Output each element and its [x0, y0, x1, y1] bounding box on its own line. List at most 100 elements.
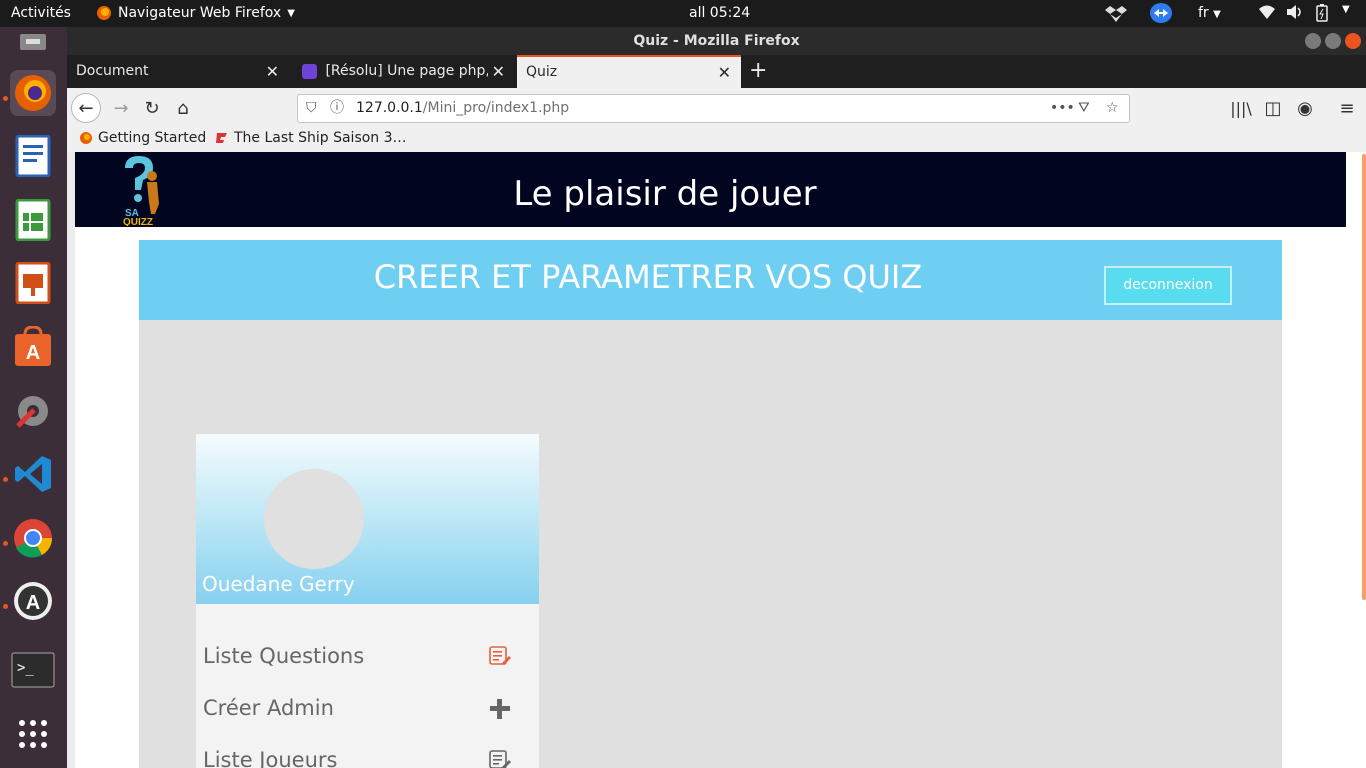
tab-resolu[interactable]: [Résolu] Une page php, c ✕ [293, 55, 515, 88]
vscode-icon [15, 456, 51, 492]
activities-button[interactable]: Activités [11, 5, 71, 21]
chevron-down-icon: ▼ [1213, 9, 1221, 20]
site-header: SA QUIZZ Le plaisir de jouer [75, 152, 1346, 228]
dock-item-show-apps[interactable] [10, 711, 56, 757]
edit-list-icon [489, 646, 511, 671]
bookmark-label: The Last Ship Saison 3… [234, 130, 407, 146]
clock[interactable]: all 05:24 [689, 5, 750, 21]
running-indicator [3, 541, 8, 546]
tab-quiz[interactable]: Quiz ✕ [517, 55, 741, 88]
forward-arrow-icon[interactable]: → [107, 94, 135, 122]
dock-item-software[interactable]: A [10, 324, 56, 370]
dock-item-settings[interactable] [10, 388, 56, 434]
bookmark-last-ship[interactable]: The Last Ship Saison 3… [215, 130, 407, 146]
web-page: SA QUIZZ Le plaisir de jouer CREER ET PA… [75, 152, 1366, 768]
url-path: /Mini_pro/index1.php [422, 100, 570, 116]
page-actions-icon[interactable]: ••• [1050, 95, 1075, 122]
back-arrow-icon[interactable]: ← [71, 93, 101, 123]
close-icon[interactable]: ✕ [718, 57, 731, 88]
menu-item-label: Liste Joueurs [203, 748, 338, 768]
library-icon[interactable]: |||\ [1227, 94, 1255, 122]
reload-icon[interactable]: ↻ [138, 94, 166, 122]
running-indicator [3, 477, 8, 482]
hamburger-menu-icon[interactable]: ≡ [1333, 94, 1361, 122]
dock-item-calc[interactable] [10, 197, 56, 243]
writer-icon [15, 135, 51, 177]
minimize-button[interactable] [1305, 33, 1321, 49]
dock-item-vscode[interactable] [10, 451, 56, 497]
user-name: Ouedane Gerry [202, 572, 355, 596]
settings-icon [16, 396, 48, 428]
system-top-bar: Activités Navigateur Web Firefox ▼ all 0… [0, 0, 1366, 27]
admin-menu: Liste Questions Créer Admin Liste Joueur… [196, 604, 539, 768]
navigation-toolbar: ← → ↻ ⌂ ⛉ ⓘ 127.0.0.1/Mini_pro/index1.ph… [67, 88, 1366, 128]
firefox-icon [97, 6, 111, 20]
dock-item-impress[interactable] [10, 260, 56, 306]
logout-button[interactable]: deconnexion [1104, 266, 1232, 305]
bookmark-getting-started[interactable]: Getting Started [79, 130, 206, 146]
firefox-window: Quiz - Mozilla Firefox Document ✕ [Résol… [67, 27, 1366, 768]
firefox-icon [80, 132, 92, 144]
menu-item-liste-joueurs[interactable]: Liste Joueurs [203, 748, 523, 768]
dropbox-icon[interactable] [1105, 4, 1127, 26]
sidebar-icon[interactable]: ◫ [1259, 94, 1287, 122]
account-icon[interactable]: ◉ [1291, 94, 1319, 122]
close-icon[interactable]: ✕ [487, 55, 505, 88]
plus-icon [489, 698, 511, 725]
dock-item-updater[interactable]: A [10, 578, 56, 624]
tab-label: Document [76, 63, 149, 79]
url-host: 127.0.0.1 [356, 100, 423, 116]
dock-item-drive[interactable] [10, 27, 56, 57]
app-menu[interactable]: Navigateur Web Firefox ▼ [96, 5, 295, 21]
apps-grid-icon [19, 720, 47, 748]
site-favicon-icon [216, 133, 227, 143]
tab-bar: Document ✕ [Résolu] Une page php, c ✕ Qu… [67, 55, 1366, 88]
calc-icon [15, 199, 51, 241]
teamviewer-icon[interactable] [1150, 3, 1172, 23]
tab-document[interactable]: Document ✕ [67, 55, 289, 88]
system-menu-chevron-icon[interactable]: ▼ [1342, 4, 1350, 15]
language-indicator[interactable]: fr ▼ [1198, 5, 1221, 21]
software-center-icon: A [15, 326, 51, 366]
svg-text:>_: >_ [17, 660, 34, 676]
page-scrollbar[interactable] [1362, 154, 1366, 600]
wifi-icon[interactable] [1258, 4, 1276, 24]
admin-panel: CREER ET PARAMETRER VOS QUIZ deconnexion… [139, 240, 1282, 768]
software-updater-icon: A [14, 582, 52, 620]
dock-item-firefox[interactable] [10, 70, 56, 116]
home-icon[interactable]: ⌂ [169, 94, 197, 122]
maximize-button[interactable] [1325, 33, 1341, 49]
dock: A A >_ [0, 27, 67, 768]
svg-text:A: A [26, 592, 40, 614]
tab-label: Quiz [526, 64, 558, 80]
dock-item-terminal[interactable]: >_ [10, 647, 56, 693]
window-titlebar: Quiz - Mozilla Firefox [67, 27, 1366, 55]
svg-text:A: A [26, 342, 40, 364]
info-icon[interactable]: ⓘ [330, 95, 344, 122]
url-bar[interactable]: ⛉ ⓘ 127.0.0.1/Mini_pro/index1.php ••• ⛛ … [297, 94, 1130, 123]
pocket-icon[interactable]: ⛛ [1078, 95, 1090, 122]
app-menu-label: Navigateur Web Firefox [118, 5, 282, 21]
close-window-button[interactable] [1345, 33, 1361, 49]
running-indicator [3, 96, 8, 101]
dock-item-writer[interactable] [10, 133, 56, 179]
battery-icon[interactable] [1316, 4, 1328, 26]
impress-icon [15, 262, 51, 304]
avatar [264, 469, 364, 569]
menu-item-creer-admin[interactable]: Créer Admin [203, 696, 523, 726]
running-indicator [3, 604, 8, 609]
new-tab-button[interactable]: + [749, 55, 767, 86]
menu-item-liste-questions[interactable]: Liste Questions [203, 644, 523, 674]
chrome-icon [14, 519, 53, 558]
url-text: 127.0.0.1/Mini_pro/index1.php [356, 95, 569, 122]
volume-icon[interactable] [1286, 4, 1304, 24]
panel-header: CREER ET PARAMETRER VOS QUIZ deconnexion [139, 240, 1282, 320]
window-title: Quiz - Mozilla Firefox [633, 33, 800, 49]
dock-item-chrome[interactable] [10, 515, 56, 561]
menu-item-label: Liste Questions [203, 644, 365, 668]
shield-icon[interactable]: ⛉ [306, 95, 317, 122]
bookmark-label: Getting Started [98, 130, 207, 146]
drive-icon [20, 34, 46, 50]
bookmark-star-icon[interactable]: ☆ [1106, 95, 1119, 122]
close-icon[interactable]: ✕ [266, 55, 279, 88]
